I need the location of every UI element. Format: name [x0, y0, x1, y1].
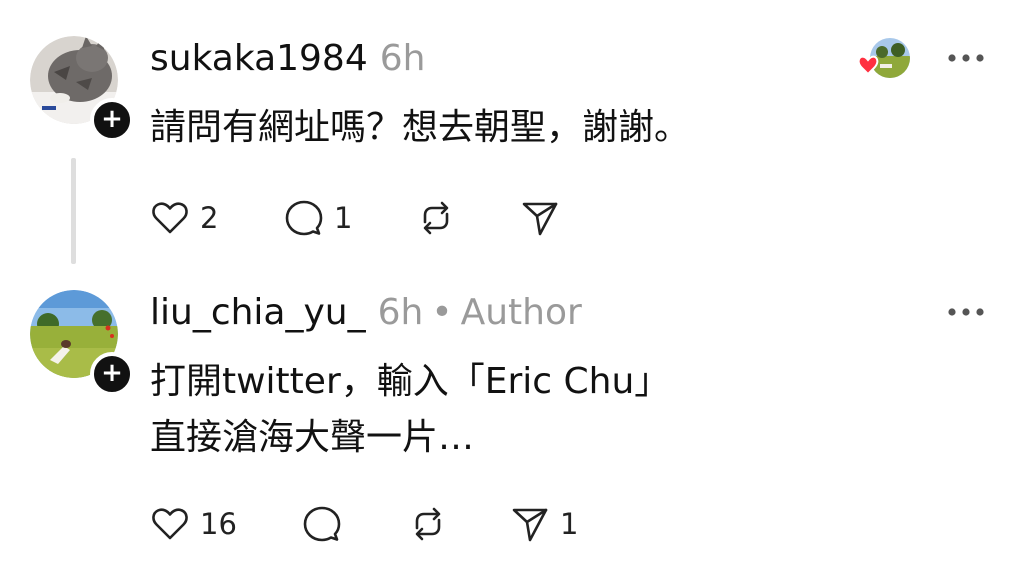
heart-icon	[152, 508, 188, 540]
liked-by-author-icon	[858, 38, 910, 78]
separator-dot: •	[431, 292, 453, 333]
comment-text: 打開twitter，輸入「Eric Chu」 直接滄海大聲一片…	[150, 354, 670, 466]
send-icon	[522, 202, 558, 236]
action-bar: 2 1	[150, 196, 630, 240]
reply-count: 1	[334, 201, 353, 235]
thread-line	[71, 158, 76, 264]
comment-text-line-2: 直接滄海大聲一片…	[150, 417, 475, 458]
heart-icon	[152, 202, 188, 234]
avatar-wrap: +	[30, 290, 134, 396]
comment-icon	[303, 506, 341, 542]
comment-text: 請問有網址嗎？想去朝聖，謝謝。	[150, 107, 691, 148]
follow-button[interactable]: +	[90, 98, 134, 142]
avatar-wrap: +	[30, 36, 134, 142]
comment-text-line-1: 打開twitter，輸入「Eric Chu」	[150, 361, 671, 402]
reply-button[interactable]	[302, 502, 342, 546]
like-button[interactable]: 2	[150, 196, 218, 240]
comment-header: liu_chia_yu_ 6h • Author	[150, 292, 582, 333]
comment-header: sukaka1984 6h	[150, 38, 425, 79]
username[interactable]: sukaka1984	[150, 38, 368, 79]
author-label: Author	[460, 292, 582, 333]
share-count: 1	[560, 507, 579, 541]
more-dots-icon[interactable]	[946, 306, 986, 318]
comment-2: + liu_chia_yu_ 6h • Author 打開twitter，輸入「…	[0, 272, 1024, 576]
repost-icon	[415, 507, 441, 541]
follow-button[interactable]: +	[90, 352, 134, 396]
reply-button[interactable]: 1	[284, 196, 352, 240]
share-button[interactable]: 1	[510, 502, 578, 546]
timestamp: 6h	[379, 38, 426, 79]
timestamp: 6h	[377, 292, 424, 333]
comment-1: + sukaka1984 6h 請問有網址嗎？想去朝聖，謝謝。 2 1	[0, 0, 1024, 272]
like-button[interactable]: 16	[150, 502, 237, 546]
send-icon	[512, 508, 548, 542]
more-dots-icon[interactable]	[946, 52, 986, 64]
repost-button[interactable]	[416, 196, 456, 240]
share-button[interactable]	[520, 196, 560, 240]
action-bar: 16 1	[150, 502, 630, 546]
comment-icon	[285, 200, 323, 236]
repost-button[interactable]	[408, 502, 448, 546]
username[interactable]: liu_chia_yu_	[150, 292, 366, 333]
like-count: 16	[200, 507, 237, 541]
like-count: 2	[200, 201, 219, 235]
repost-icon	[423, 201, 449, 235]
